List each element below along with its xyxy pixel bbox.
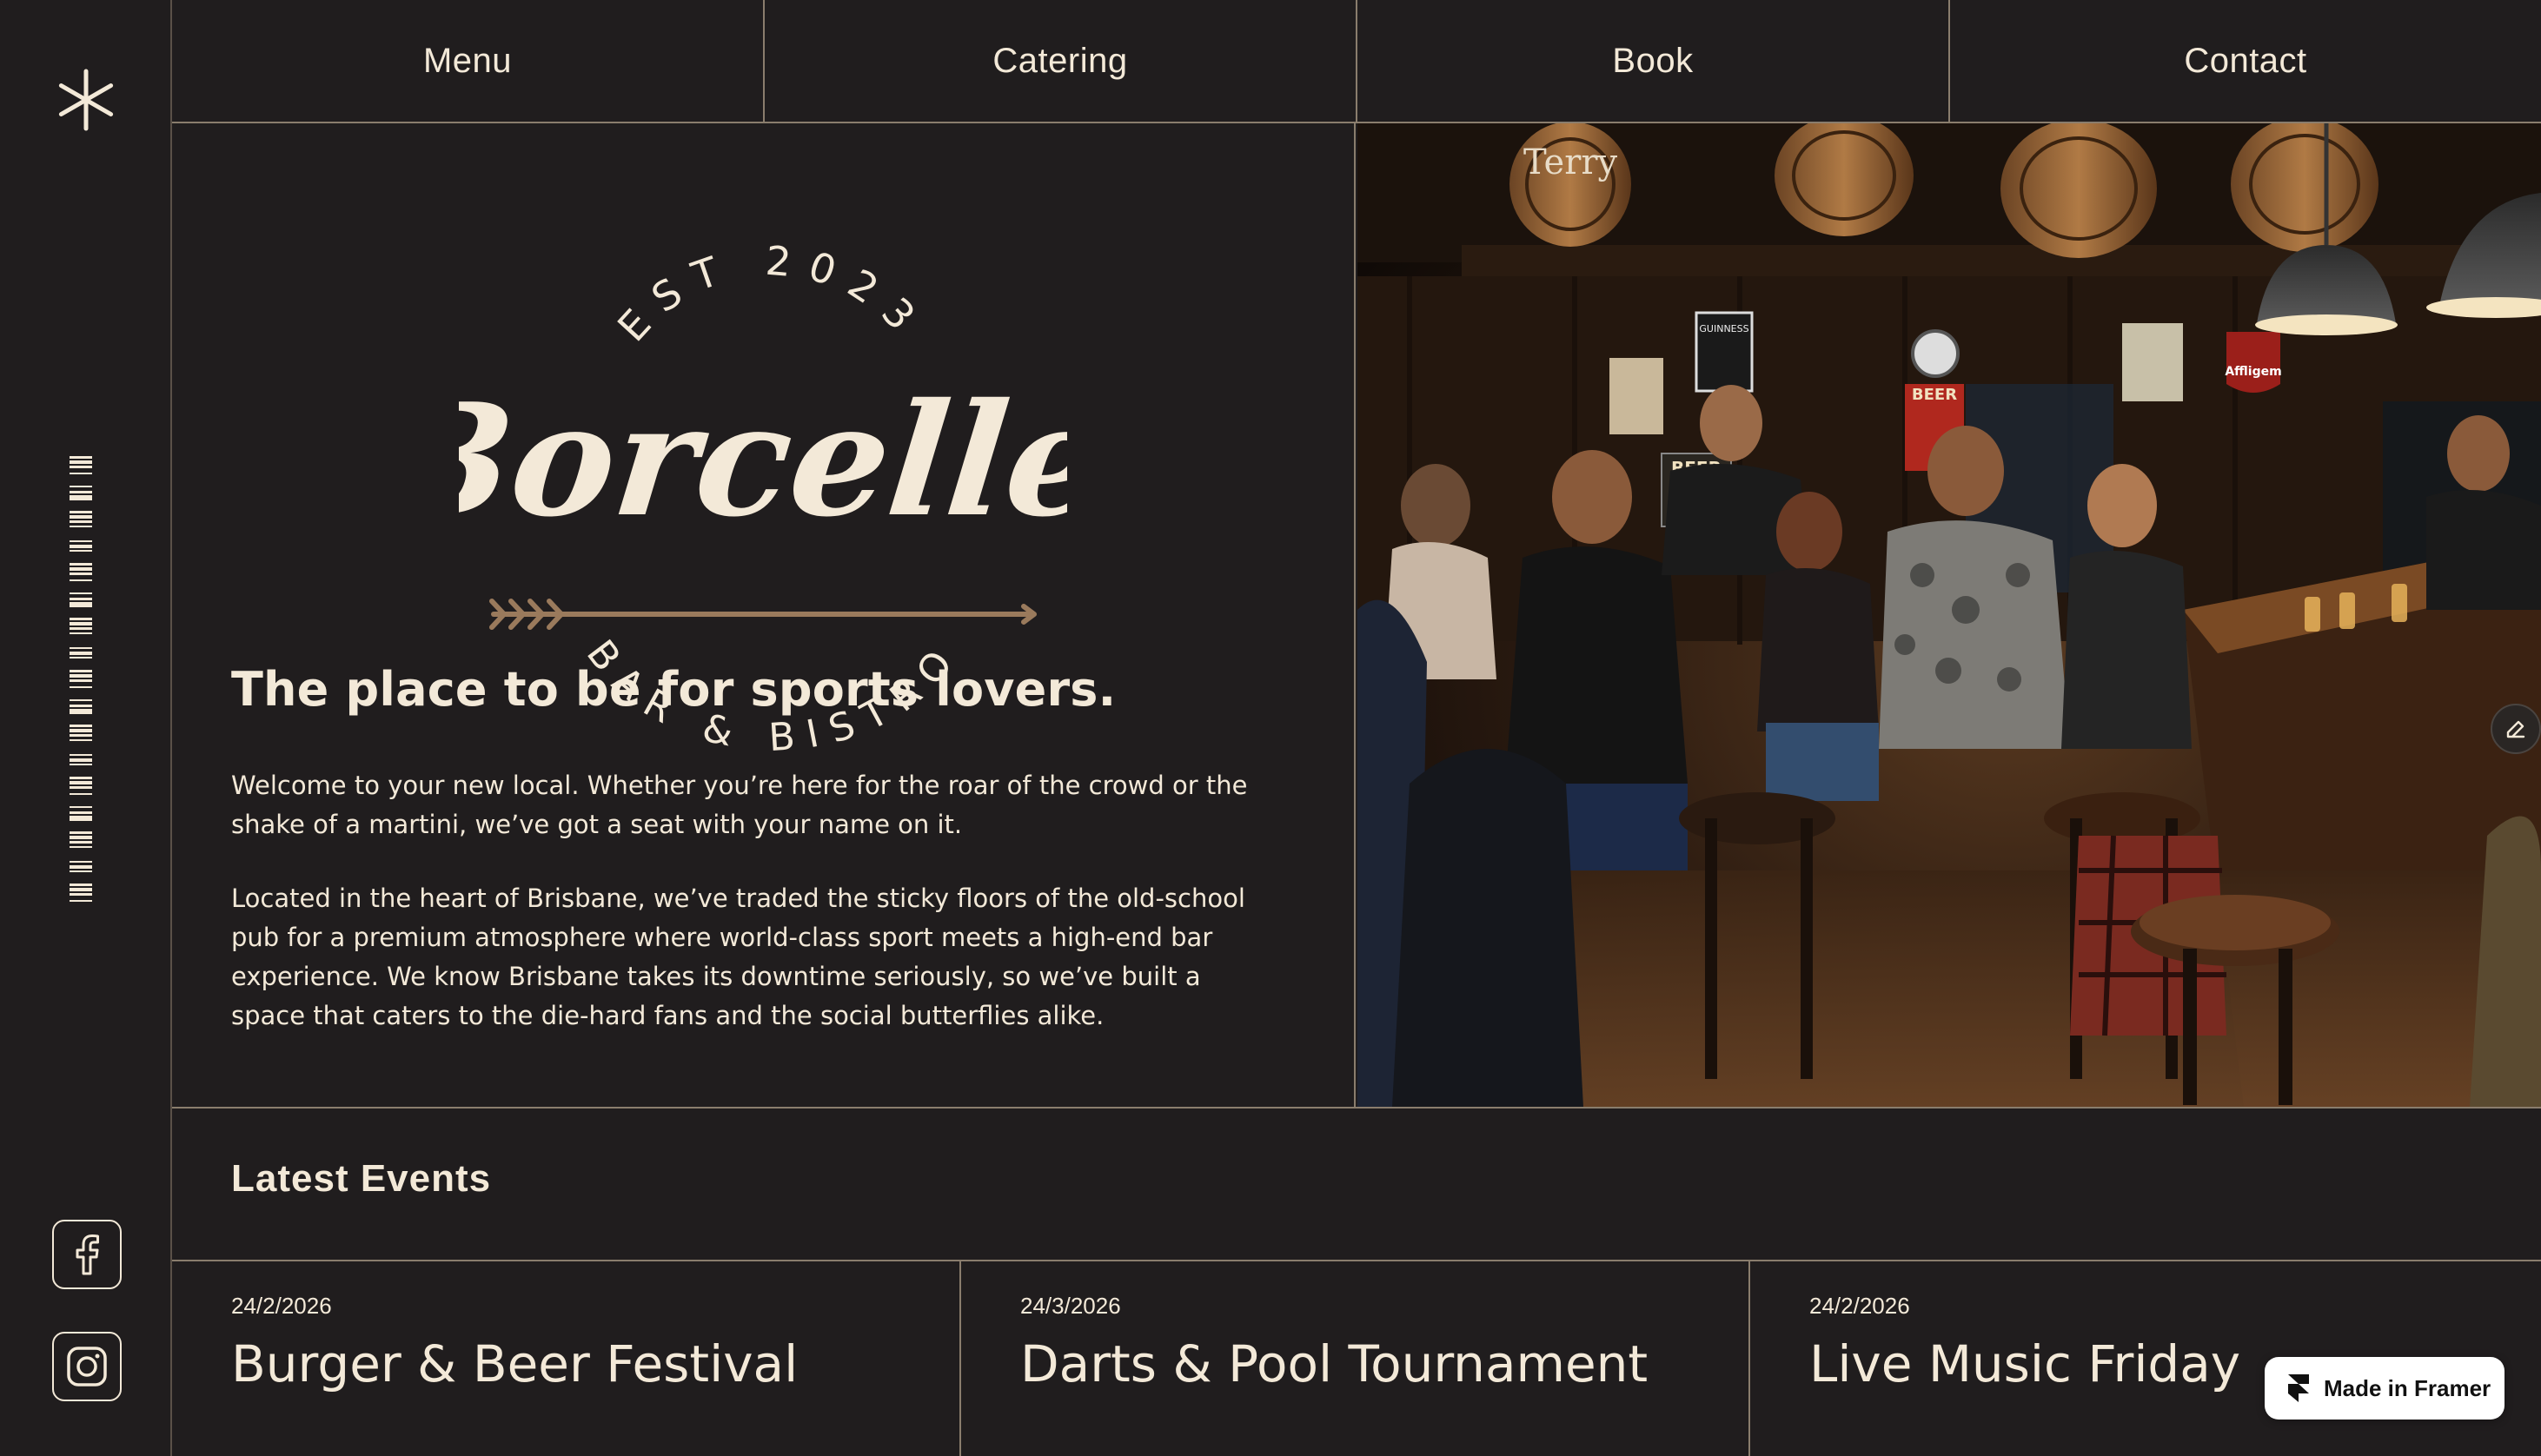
framer-logo-icon <box>2288 1374 2309 1402</box>
event-card[interactable]: 24/2/2026 Burger & Beer Festival <box>172 1261 961 1456</box>
nav-item-book[interactable]: Book <box>1357 0 1950 122</box>
asterisk-icon[interactable] <box>54 68 118 132</box>
event-name: Burger & Beer Festival <box>231 1334 799 1393</box>
page: Menu Catering Book Contact EST 2023 Borc… <box>0 0 2541 1456</box>
sidebar <box>0 0 172 1456</box>
barrel-sign: Terry <box>1523 142 1617 182</box>
pub-photo: Terry GUINNESS BEER BEER Affligem <box>1357 123 2541 1107</box>
instagram-icon[interactable] <box>52 1332 122 1401</box>
logo-arrow <box>489 599 1037 630</box>
nav-item-menu[interactable]: Menu <box>172 0 765 122</box>
hero-intro: EST 2023 Borcelle BAR & BISTRO The place… <box>172 123 1356 1107</box>
event-date: 24/2/2026 <box>231 1293 332 1319</box>
pub-interior-image: Terry GUINNESS BEER BEER Affligem <box>1357 123 2541 1107</box>
top-nav: Menu Catering Book Contact <box>172 0 2541 123</box>
logo-name: Borcelle <box>459 369 1067 551</box>
hero-tagline: The place to be for sports lovers. <box>231 662 1117 717</box>
made-in-framer-badge[interactable]: Made in Framer <box>2265 1357 2505 1420</box>
event-card[interactable]: 24/3/2026 Darts & Pool Tournament <box>961 1261 1750 1456</box>
intro-paragraph: Welcome to your new local. Whether you’r… <box>231 771 1248 839</box>
event-name: Darts & Pool Tournament <box>1020 1334 1649 1393</box>
nav-item-catering[interactable]: Catering <box>765 0 1357 122</box>
sign-affligem: Affligem <box>2225 365 2281 379</box>
edit-icon[interactable] <box>2491 704 2541 754</box>
event-name: Live Music Friday <box>1809 1334 2241 1393</box>
events-header: Latest Events <box>172 1107 2541 1261</box>
events-list: 24/2/2026 Burger & Beer Festival 24/3/20… <box>172 1261 2541 1456</box>
nav-item-contact[interactable]: Contact <box>1950 0 2541 122</box>
badge-label: Made in Framer <box>2324 1374 2491 1401</box>
poster-guinness: GUINNESS <box>1699 323 1748 334</box>
hero-intro-text: Welcome to your new local. Whether you’r… <box>231 766 1248 1070</box>
intro-paragraph: Located in the heart of Brisbane, we’ve … <box>231 884 1245 1030</box>
facebook-icon[interactable] <box>52 1220 122 1289</box>
logo-est-text: EST 2023 <box>608 237 919 351</box>
event-date: 24/2/2026 <box>1809 1293 1910 1319</box>
poster-beer: BEER <box>1912 386 1957 404</box>
event-date: 24/3/2026 <box>1020 1293 1121 1319</box>
svg-text:EST 2023: EST 2023 <box>608 237 935 351</box>
barcode <box>70 456 92 902</box>
events-title: Latest Events <box>231 1157 492 1200</box>
